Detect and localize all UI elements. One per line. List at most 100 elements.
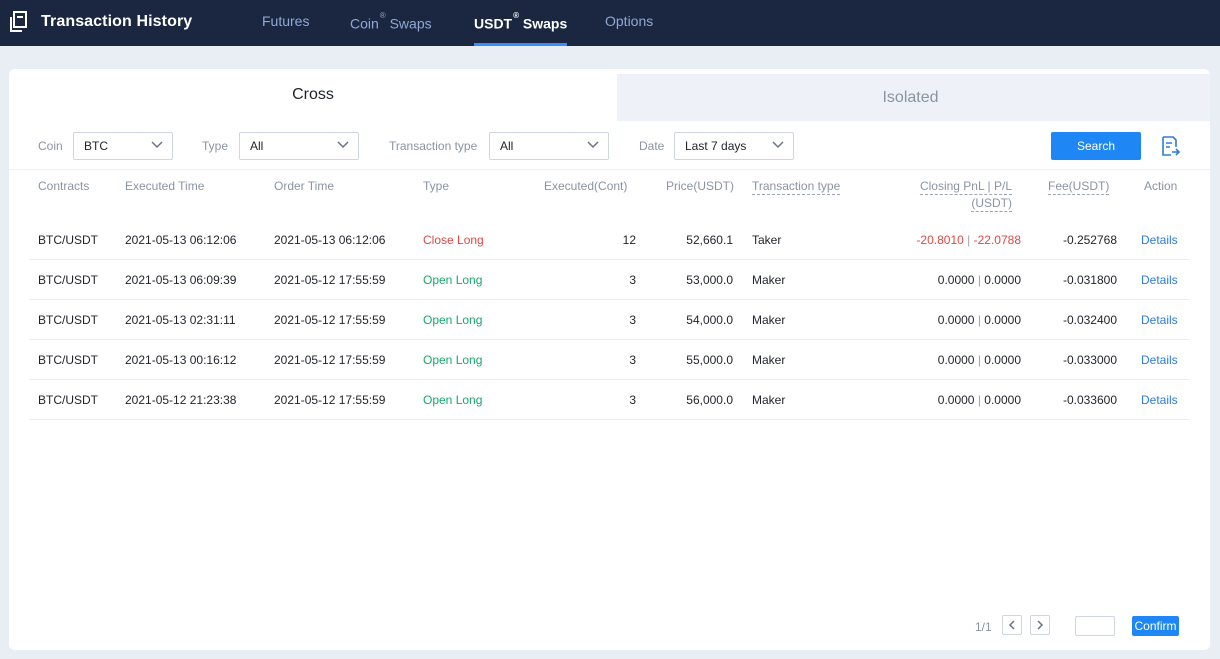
next-page-button[interactable]	[1030, 615, 1050, 635]
details-link[interactable]: Details	[1141, 233, 1178, 247]
cell-closing-pnl: 0.0000	[937, 313, 975, 327]
page-number-input[interactable]	[1075, 616, 1115, 636]
col-closing-pnl[interactable]: Closing PnL | P/L (USDT)	[909, 179, 1012, 213]
table-row: BTC/USDT 2021-05-13 02:31:11 2021-05-12 …	[29, 300, 1189, 340]
cell-pnl: -20.8010 | -22.0788	[916, 233, 1021, 247]
cell-transaction-type: Maker	[752, 273, 786, 287]
tab-usdt-swaps-label: USDT	[474, 15, 513, 32]
col-order-time: Order Time	[274, 179, 335, 193]
top-bar: Transaction History Futures Coin® Swaps …	[0, 0, 1220, 46]
cell-pl: 0.0000	[984, 313, 1021, 327]
tab-options-label: Options	[605, 13, 654, 29]
cell-executed: 3	[629, 273, 636, 287]
cell-contract: BTC/USDT	[38, 393, 98, 407]
cell-order-time: 2021-05-13 06:12:06	[274, 233, 386, 247]
cell-transaction-type: Maker	[752, 353, 786, 367]
col-fee[interactable]: Fee(USDT)	[1048, 179, 1110, 195]
date-label: Date	[639, 139, 665, 153]
col-executed-time: Executed Time	[125, 179, 205, 193]
col-action: Action	[1144, 179, 1178, 193]
filter-bar: Coin BTC Type All Transaction type All D…	[9, 122, 1210, 170]
cell-pl: 0.0000	[984, 353, 1021, 367]
cell-type: Open Long	[423, 273, 483, 287]
cell-closing-pnl: 0.0000	[937, 273, 975, 287]
cell-closing-pnl: 0.0000	[937, 393, 975, 407]
tab-usdt-swaps-sup: ®	[513, 11, 520, 20]
type-select[interactable]: All	[239, 132, 359, 160]
tab-isolated[interactable]: Isolated	[605, 74, 1210, 121]
tab-coin-swaps-label: Coin	[350, 15, 379, 32]
search-button[interactable]: Search	[1051, 132, 1141, 160]
cell-executed-time: 2021-05-12 21:23:38	[125, 393, 237, 407]
coin-select[interactable]: BTC	[73, 132, 173, 160]
table-row: BTC/USDT 2021-05-13 06:09:39 2021-05-12 …	[29, 260, 1189, 300]
cell-pnl: 0.0000 | 0.0000	[937, 353, 1021, 367]
cell-order-time: 2021-05-12 17:55:59	[274, 313, 386, 327]
cell-executed-time: 2021-05-13 06:09:39	[125, 273, 237, 287]
document-icon	[10, 11, 27, 32]
col-contracts: Contracts	[38, 179, 90, 193]
tab-coin-swaps-sup: ®	[379, 11, 386, 20]
cell-price: 53,000.0	[686, 273, 733, 287]
margin-mode-tabs: Isolated Cross	[9, 69, 1210, 122]
cell-contract: BTC/USDT	[38, 313, 98, 327]
cell-executed: 3	[629, 313, 636, 327]
cell-pl: 0.0000	[984, 393, 1021, 407]
table-row: BTC/USDT 2021-05-13 06:12:06 2021-05-13 …	[29, 220, 1189, 260]
chevron-left-icon	[1008, 620, 1015, 630]
col-price: Price(USDT)	[666, 179, 734, 193]
transaction-table: BTC/USDT 2021-05-13 06:12:06 2021-05-13 …	[29, 220, 1189, 420]
cell-type: Close Long	[423, 233, 484, 247]
brand: Transaction History	[9, 10, 192, 34]
cell-transaction-type: Taker	[752, 233, 782, 247]
chevron-down-icon	[772, 141, 784, 149]
cell-closing-pnl: -20.8010	[916, 233, 964, 247]
transaction-type-select-value: All	[500, 139, 514, 153]
details-link[interactable]: Details	[1141, 353, 1178, 367]
cell-pl: -22.0788	[973, 233, 1021, 247]
cell-fee: -0.032400	[1062, 313, 1117, 327]
cell-closing-pnl: 0.0000	[937, 353, 975, 367]
cell-price: 52,660.1	[686, 233, 733, 247]
date-select[interactable]: Last 7 days	[674, 132, 794, 160]
details-link[interactable]: Details	[1141, 313, 1178, 327]
page-title: Transaction History	[41, 13, 193, 30]
cell-order-time: 2021-05-12 17:55:59	[274, 273, 386, 287]
tab-options[interactable]: Options	[605, 0, 653, 46]
tab-cross[interactable]: Cross	[9, 69, 617, 122]
chevron-right-icon	[1037, 620, 1044, 630]
cell-fee: -0.031800	[1062, 273, 1117, 287]
cell-pnl: 0.0000 | 0.0000	[937, 393, 1021, 407]
coin-select-value: BTC	[84, 139, 108, 153]
cell-type: Open Long	[423, 393, 483, 407]
col-transaction-type[interactable]: Transaction type	[752, 179, 841, 195]
confirm-button[interactable]: Confirm	[1132, 616, 1179, 636]
col-type: Type	[423, 179, 450, 193]
cell-fee: -0.033600	[1062, 393, 1117, 407]
cell-executed-time: 2021-05-13 02:31:11	[125, 313, 236, 327]
transaction-type-select[interactable]: All	[489, 132, 609, 160]
cell-fee: -0.252768	[1062, 233, 1117, 247]
tab-usdt-swaps[interactable]: USDT® Swaps	[474, 0, 568, 46]
table-row: BTC/USDT 2021-05-13 00:16:12 2021-05-12 …	[29, 340, 1189, 380]
tab-usdt-swaps-suffix: Swaps	[519, 15, 568, 32]
cell-contract: BTC/USDT	[38, 233, 98, 247]
tab-futures[interactable]: Futures	[262, 0, 309, 46]
cell-type: Open Long	[423, 313, 483, 327]
table-row: BTC/USDT 2021-05-12 21:23:38 2021-05-12 …	[29, 380, 1189, 420]
cell-pl: 0.0000	[984, 273, 1021, 287]
date-select-value: Last 7 days	[685, 139, 747, 153]
cell-pnl: 0.0000 | 0.0000	[937, 313, 1021, 327]
cell-executed: 3	[629, 353, 636, 367]
details-link[interactable]: Details	[1141, 273, 1178, 287]
coin-label: Coin	[38, 139, 63, 153]
details-link[interactable]: Details	[1141, 393, 1178, 407]
export-file-icon[interactable]	[1159, 135, 1181, 157]
tab-coin-swaps[interactable]: Coin® Swaps	[350, 0, 432, 46]
cell-price: 54,000.0	[686, 313, 733, 327]
chevron-down-icon	[337, 141, 349, 149]
col-closing-pnl-unit: (USDT)	[971, 196, 1012, 212]
cell-price: 55,000.0	[686, 353, 733, 367]
cell-type: Open Long	[423, 353, 483, 367]
prev-page-button[interactable]	[1002, 615, 1022, 635]
